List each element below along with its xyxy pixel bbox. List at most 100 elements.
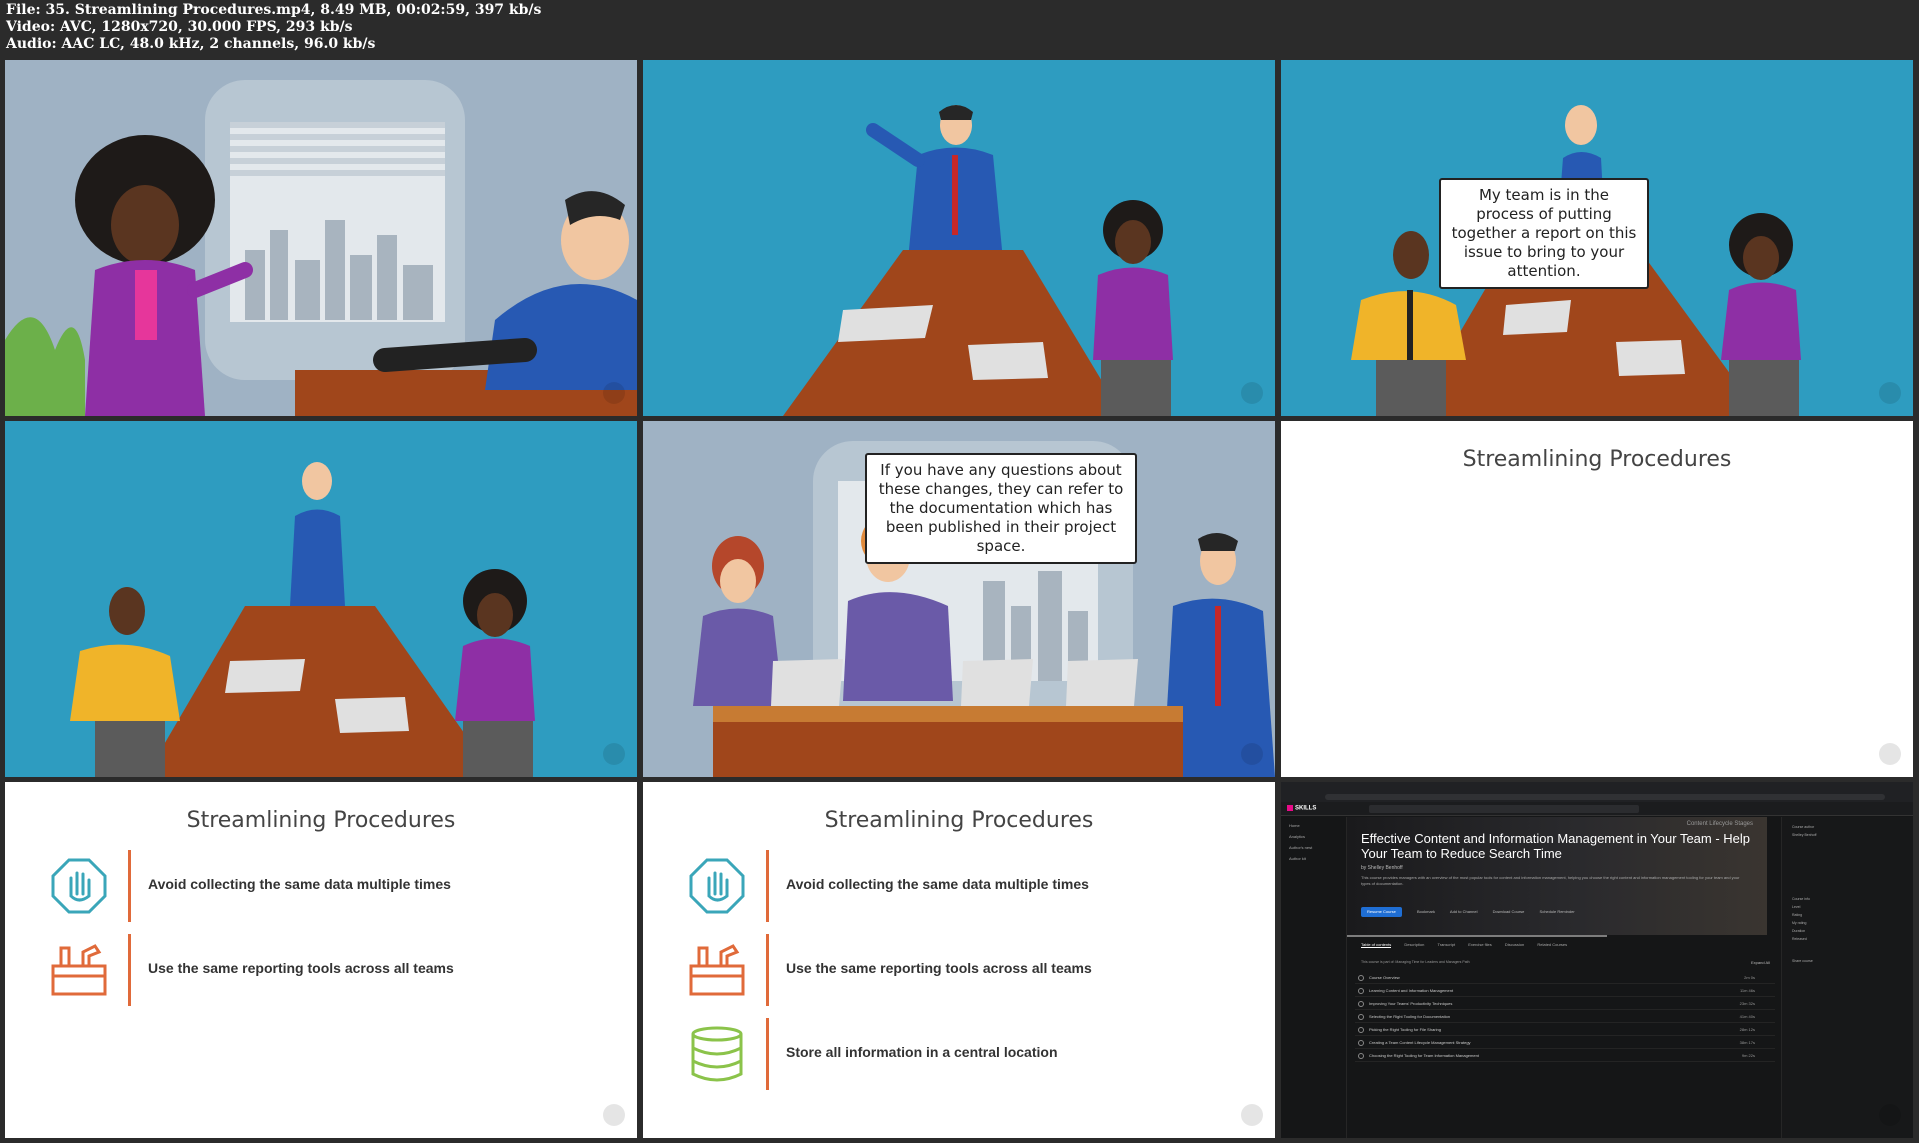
frame-7[interactable]: Streamlining Procedures Avoid collecting… bbox=[5, 782, 637, 1138]
info-label: Rating bbox=[1792, 913, 1803, 917]
file-info-header: File: 35. Streamlining Procedures.mp4, 8… bbox=[6, 2, 1906, 58]
course-actions: Bookmark Add to Channel Download Course … bbox=[1417, 909, 1589, 914]
tab-description[interactable]: Description bbox=[1404, 942, 1424, 947]
course-title: Effective Content and Information Manage… bbox=[1361, 831, 1751, 861]
address-bar[interactable] bbox=[1325, 794, 1885, 800]
info-label: Share course bbox=[1792, 959, 1813, 963]
info-label: Duration bbox=[1792, 929, 1806, 933]
module-title: Choosing the Right Tooling for Team Info… bbox=[1369, 1053, 1479, 1058]
info-label: Course author bbox=[1792, 825, 1815, 829]
sidebar-item-authors-nest[interactable]: Author's nest bbox=[1289, 845, 1346, 850]
frame-4[interactable] bbox=[5, 421, 637, 777]
course-author[interactable]: by Shelley Benhoff bbox=[1361, 865, 1403, 871]
brand-text: SKILLS bbox=[1295, 805, 1317, 812]
tab-exercise-files[interactable]: Exercise files bbox=[1468, 942, 1492, 947]
bullet-text: Avoid collecting the same data multiple … bbox=[148, 876, 451, 892]
course-info-panel: Course author Shelley Benhoff Course inf… bbox=[1781, 817, 1913, 1138]
frame-8[interactable]: Streamlining Procedures Avoid collecting… bbox=[643, 782, 1275, 1138]
toolbox-icon bbox=[689, 944, 745, 996]
author-name[interactable]: Shelley Benhoff bbox=[1792, 833, 1913, 837]
search-input[interactable] bbox=[1369, 805, 1639, 813]
frame-2[interactable] bbox=[643, 60, 1275, 416]
module-list: Course Overview 2m 0s Learning Content an… bbox=[1355, 971, 1775, 1062]
course-progress-bar bbox=[1347, 935, 1607, 937]
frame-3[interactable]: My team is in the process of putting tog… bbox=[1281, 60, 1913, 416]
frame-6[interactable]: Streamlining Procedures bbox=[1281, 421, 1913, 777]
schedule-reminder-button[interactable]: Schedule Reminder bbox=[1540, 909, 1575, 914]
bullet-text: Use the same reporting tools across all … bbox=[786, 960, 1092, 976]
bullet-point: Use the same reporting tools across all … bbox=[643, 934, 1275, 1012]
module-row[interactable]: Picking the Right Tooling for File Shari… bbox=[1355, 1023, 1775, 1036]
office-scene-illustration bbox=[5, 60, 637, 416]
module-row[interactable]: Learning Content and Information Managem… bbox=[1355, 984, 1775, 997]
tab-discussion[interactable]: Discussion bbox=[1505, 942, 1524, 947]
sidebar-item-home[interactable]: Home bbox=[1289, 823, 1346, 828]
path-membership[interactable]: This course is part of: Managing Time fo… bbox=[1361, 960, 1470, 964]
bullet-point: Store all information in a central locat… bbox=[643, 1018, 1275, 1096]
toolbox-icon bbox=[51, 944, 107, 996]
module-row[interactable]: Selecting the Right Tooling for Document… bbox=[1355, 1010, 1775, 1023]
module-row[interactable]: Improving Your Teams' Productivity Techn… bbox=[1355, 997, 1775, 1010]
course-tabs: Table of contents Description Transcript… bbox=[1361, 942, 1579, 948]
brand-logo[interactable]: SKILLS bbox=[1287, 805, 1316, 812]
module-title: Course Overview bbox=[1369, 975, 1400, 980]
module-duration: 38m 17s bbox=[1739, 1040, 1755, 1045]
resume-course-button[interactable]: Resume Course bbox=[1361, 907, 1402, 917]
add-to-channel-button[interactable]: Add to Channel bbox=[1450, 909, 1478, 914]
info-label: Level bbox=[1792, 905, 1801, 909]
expand-all-button[interactable]: Expand All bbox=[1751, 960, 1770, 965]
meeting-scene-illustration bbox=[5, 421, 637, 777]
watermark-icon bbox=[1241, 382, 1263, 404]
sidebar: Home Analytics Author's nest Author kit bbox=[1281, 817, 1347, 1138]
watermark-icon bbox=[1241, 1104, 1263, 1126]
watermark-icon bbox=[603, 382, 625, 404]
speech-bubble: If you have any questions about these ch… bbox=[865, 453, 1137, 564]
bullet-point: Avoid collecting the same data multiple … bbox=[643, 850, 1275, 928]
watermark-icon bbox=[603, 1104, 625, 1126]
bullet-text: Use the same reporting tools across all … bbox=[148, 960, 454, 976]
watermark-icon bbox=[1879, 1104, 1901, 1126]
video-line: Video: AVC, 1280x720, 30.000 FPS, 293 kb… bbox=[6, 19, 353, 35]
hero-stage-label: Content Lifecycle Stages bbox=[1686, 821, 1753, 827]
hand-stop-icon bbox=[51, 858, 107, 914]
module-duration: 9m 22s bbox=[1741, 1053, 1755, 1058]
slide-title: Streamlining Procedures bbox=[186, 808, 456, 833]
module-title: Selecting the Right Tooling for Document… bbox=[1369, 1014, 1451, 1019]
tab-related-courses[interactable]: Related Courses bbox=[1537, 942, 1567, 947]
module-duration: 11m 46s bbox=[1739, 988, 1755, 993]
tab-table-of-contents[interactable]: Table of contents bbox=[1361, 942, 1392, 948]
module-row[interactable]: Course Overview 2m 0s bbox=[1355, 971, 1775, 984]
watermark-icon bbox=[1241, 743, 1263, 765]
frame-9[interactable]: SKILLS Home Analytics Author's nest Auth… bbox=[1281, 782, 1913, 1138]
database-icon bbox=[691, 1026, 743, 1082]
module-title: Creating a Team Content Lifecycle Manage… bbox=[1369, 1040, 1471, 1045]
info-label: My rating bbox=[1792, 921, 1807, 925]
sidebar-item-analytics[interactable]: Analytics bbox=[1289, 834, 1346, 839]
info-label: Course info bbox=[1792, 897, 1810, 901]
module-duration: 23m 32s bbox=[1739, 1001, 1755, 1006]
bullet-point: Avoid collecting the same data multiple … bbox=[5, 850, 637, 928]
download-course-button[interactable]: Download Course bbox=[1493, 909, 1525, 914]
frame-1[interactable] bbox=[5, 60, 637, 416]
divider bbox=[766, 934, 769, 1006]
tab-transcript[interactable]: Transcript bbox=[1437, 942, 1455, 947]
bullet-text: Avoid collecting the same data multiple … bbox=[786, 876, 1089, 892]
top-nav: SKILLS bbox=[1281, 802, 1913, 816]
speech-bubble: My team is in the process of putting tog… bbox=[1439, 178, 1649, 289]
module-row[interactable]: Creating a Team Content Lifecycle Manage… bbox=[1355, 1036, 1775, 1049]
bookmark-button[interactable]: Bookmark bbox=[1417, 909, 1435, 914]
bullet-point: Use the same reporting tools across all … bbox=[5, 934, 637, 1012]
course-hero: Content Lifecycle Stages Effective Conte… bbox=[1347, 817, 1767, 935]
sidebar-item-author-kit[interactable]: Author kit bbox=[1289, 856, 1346, 861]
hand-stop-icon bbox=[689, 858, 745, 914]
meeting-scene-illustration bbox=[643, 60, 1275, 416]
module-row[interactable]: Choosing the Right Tooling for Team Info… bbox=[1355, 1049, 1775, 1062]
module-duration: 2m 0s bbox=[1744, 975, 1755, 980]
module-duration: 41m 40s bbox=[1739, 1014, 1755, 1019]
course-description: This course provides managers with an ov… bbox=[1361, 875, 1740, 886]
watermark-icon bbox=[1879, 743, 1901, 765]
frame-5[interactable]: If you have any questions about these ch… bbox=[643, 421, 1275, 777]
divider bbox=[766, 1018, 769, 1090]
browser-chrome bbox=[1281, 782, 1913, 802]
course-page-screenshot: SKILLS Home Analytics Author's nest Auth… bbox=[1281, 782, 1913, 1138]
